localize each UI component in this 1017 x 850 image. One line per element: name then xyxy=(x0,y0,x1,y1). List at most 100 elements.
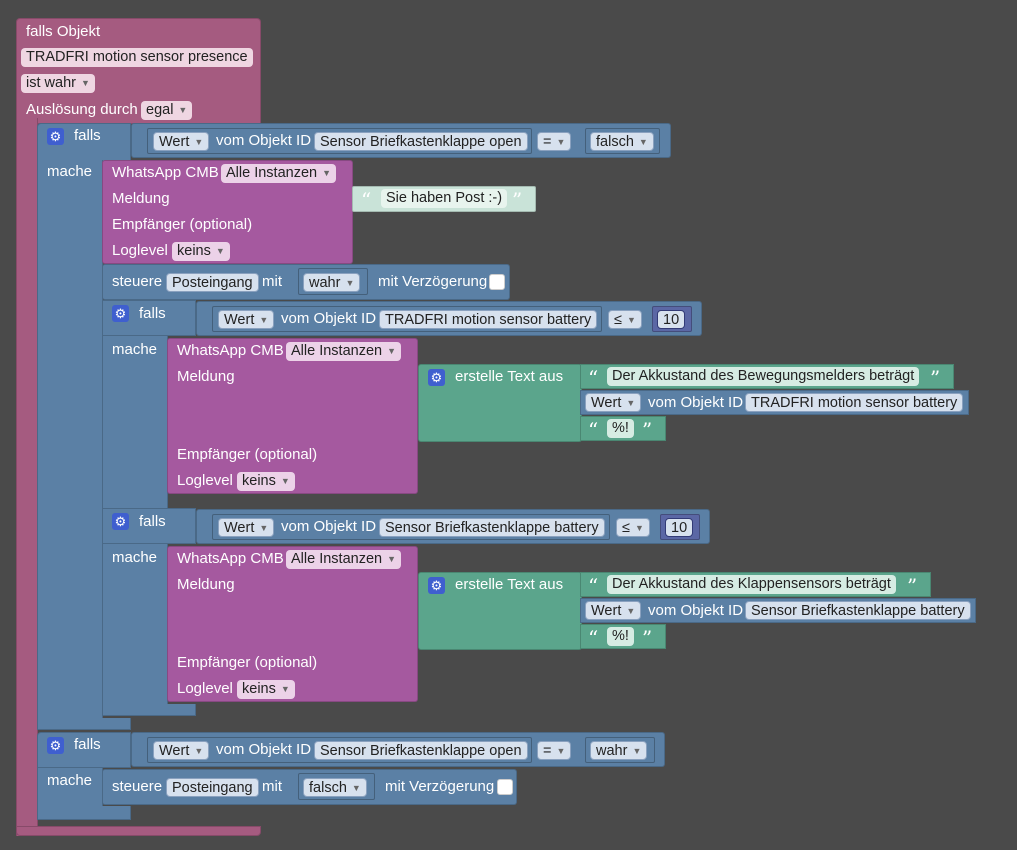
steuere-label: steuere xyxy=(112,778,163,795)
delay-checkbox[interactable] xyxy=(497,779,513,795)
close-quote: ” xyxy=(512,188,523,212)
loglevel-label: Loglevel xyxy=(177,680,233,697)
dropdown-arrow-icon: ▼ xyxy=(194,746,204,756)
gear-icon[interactable]: ⚙ xyxy=(112,513,129,530)
whatsapp-block-3[interactable] xyxy=(167,546,418,702)
dropdown-arrow-icon: ▼ xyxy=(215,246,225,256)
dropdown-arrow-icon: ▼ xyxy=(634,523,644,533)
boolean-dropdown[interactable]: falsch ▼ xyxy=(303,778,367,797)
falls-label: falls xyxy=(74,736,101,753)
close-quote: ” xyxy=(642,626,653,650)
empfaenger-label: Empfänger (optional) xyxy=(177,446,318,463)
operator-dropdown[interactable]: = ▼ xyxy=(537,741,572,760)
dropdown-arrow-icon: ▼ xyxy=(345,278,355,288)
event-block-spine xyxy=(16,118,38,836)
instance-dropdown[interactable]: Alle Instanzen ▼ xyxy=(286,342,402,361)
dropdown-arrow-icon: ▼ xyxy=(178,105,188,115)
delay-checkbox[interactable] xyxy=(489,274,505,290)
erstelle-text-label: erstelle Text aus xyxy=(455,368,564,385)
dropdown-arrow-icon: ▼ xyxy=(556,137,566,147)
event-block-footer xyxy=(16,826,261,836)
instance-dropdown[interactable]: Alle Instanzen ▼ xyxy=(221,164,337,183)
dropdown-arrow-icon: ▼ xyxy=(259,315,269,325)
operator-dropdown[interactable]: ≤ ▼ xyxy=(608,310,642,329)
falls-label: falls xyxy=(139,305,166,322)
wert-dropdown[interactable]: Wert ▼ xyxy=(585,601,642,620)
dropdown-arrow-icon: ▼ xyxy=(387,346,397,356)
number-field[interactable]: 10 xyxy=(665,518,694,537)
open-quote: “ xyxy=(588,574,599,598)
event-trigger-label: Auslösung durch xyxy=(26,101,138,118)
if-block-1-spine xyxy=(37,160,103,730)
mache-label: mache xyxy=(112,549,158,566)
wert-dropdown[interactable]: Wert ▼ xyxy=(153,741,210,760)
control-target-field[interactable]: Posteingang xyxy=(166,778,259,797)
dropdown-arrow-icon: ▼ xyxy=(322,168,332,178)
close-quote: ” xyxy=(907,574,918,598)
loglevel-dropdown[interactable]: keins ▼ xyxy=(172,242,230,261)
boolean-dropdown[interactable]: wahr ▼ xyxy=(303,273,361,292)
meldung-label: Meldung xyxy=(112,190,170,207)
operator-dropdown[interactable]: = ▼ xyxy=(537,132,572,151)
whatsapp-label: WhatsApp CMB xyxy=(177,550,284,567)
whatsapp-label: WhatsApp CMB xyxy=(112,164,219,181)
gear-icon[interactable]: ⚙ xyxy=(428,577,445,594)
event-trigger-dropdown[interactable]: egal ▼ xyxy=(141,101,193,120)
object-id-field[interactable]: Sensor Briefkastenklappe open xyxy=(314,132,528,151)
object-id-field[interactable]: TRADFRI motion sensor battery xyxy=(379,310,598,329)
if-block-1-footer xyxy=(37,718,131,730)
object-id-field[interactable]: Sensor Briefkastenklappe open xyxy=(314,741,528,760)
instance-dropdown[interactable]: Alle Instanzen ▼ xyxy=(286,550,402,569)
wert-dropdown[interactable]: Wert ▼ xyxy=(153,132,210,151)
mache-label: mache xyxy=(47,163,93,180)
text-field[interactable]: Der Akkustand des Bewegungsmelders beträ… xyxy=(607,367,920,386)
dropdown-arrow-icon: ▼ xyxy=(351,783,361,793)
open-quote: “ xyxy=(588,366,599,390)
control-target-field[interactable]: Posteingang xyxy=(166,273,259,292)
boolean-dropdown[interactable]: falsch ▼ xyxy=(590,132,654,151)
if-block-4-footer xyxy=(37,806,131,820)
mache-label: mache xyxy=(47,772,93,789)
dropdown-arrow-icon: ▼ xyxy=(638,137,648,147)
empfaenger-label: Empfänger (optional) xyxy=(177,654,318,671)
wert-dropdown[interactable]: Wert ▼ xyxy=(585,393,642,412)
meldung-label: Meldung xyxy=(177,576,235,593)
text-field[interactable]: Der Akkustand des Klappensensors beträgt xyxy=(607,575,896,594)
vom-objekt-id-label: vom Objekt ID xyxy=(281,310,377,327)
text-field[interactable]: %! xyxy=(607,419,634,438)
operator-dropdown[interactable]: ≤ ▼ xyxy=(616,518,650,537)
dropdown-arrow-icon: ▼ xyxy=(632,746,642,756)
object-id-field[interactable]: Sensor Briefkastenklappe battery xyxy=(379,518,605,537)
gear-icon[interactable]: ⚙ xyxy=(47,128,64,145)
object-id-field[interactable]: TRADFRI motion sensor battery xyxy=(745,393,964,412)
boolean-dropdown[interactable]: wahr ▼ xyxy=(590,741,648,760)
loglevel-dropdown[interactable]: keins ▼ xyxy=(237,472,295,491)
message-text-field[interactable]: Sie haben Post :-) xyxy=(381,189,508,208)
vom-objekt-id-label: vom Objekt ID xyxy=(216,741,312,758)
event-object-field[interactable]: TRADFRI motion sensor presence xyxy=(21,48,253,67)
falls-label: falls xyxy=(139,513,166,530)
object-id-field[interactable]: Sensor Briefkastenklappe battery xyxy=(745,601,971,620)
steuere-label: steuere xyxy=(112,273,163,290)
empfaenger-label: Empfänger (optional) xyxy=(112,216,253,233)
whatsapp-block-2[interactable] xyxy=(167,338,418,494)
mit-verzoegerung-label: mit Verzögerung xyxy=(378,273,488,290)
loglevel-dropdown[interactable]: keins ▼ xyxy=(237,680,295,699)
dropdown-arrow-icon: ▼ xyxy=(626,606,636,616)
vom-objekt-id-label: vom Objekt ID xyxy=(216,132,312,149)
dropdown-arrow-icon: ▼ xyxy=(556,746,566,756)
falls-label: falls xyxy=(74,127,101,144)
dropdown-arrow-icon: ▼ xyxy=(626,315,636,325)
number-field[interactable]: 10 xyxy=(657,310,686,329)
whatsapp-label: WhatsApp CMB xyxy=(177,342,284,359)
vom-objekt-id-label: vom Objekt ID xyxy=(281,518,377,535)
gear-icon[interactable]: ⚙ xyxy=(428,369,445,386)
wert-dropdown[interactable]: Wert ▼ xyxy=(218,518,275,537)
gear-icon[interactable]: ⚙ xyxy=(112,305,129,322)
open-quote: “ xyxy=(361,188,372,212)
dropdown-arrow-icon: ▼ xyxy=(387,554,397,564)
gear-icon[interactable]: ⚙ xyxy=(47,737,64,754)
wert-dropdown[interactable]: Wert ▼ xyxy=(218,310,275,329)
text-field[interactable]: %! xyxy=(607,627,634,646)
event-condition-dropdown[interactable]: ist wahr ▼ xyxy=(21,74,95,93)
